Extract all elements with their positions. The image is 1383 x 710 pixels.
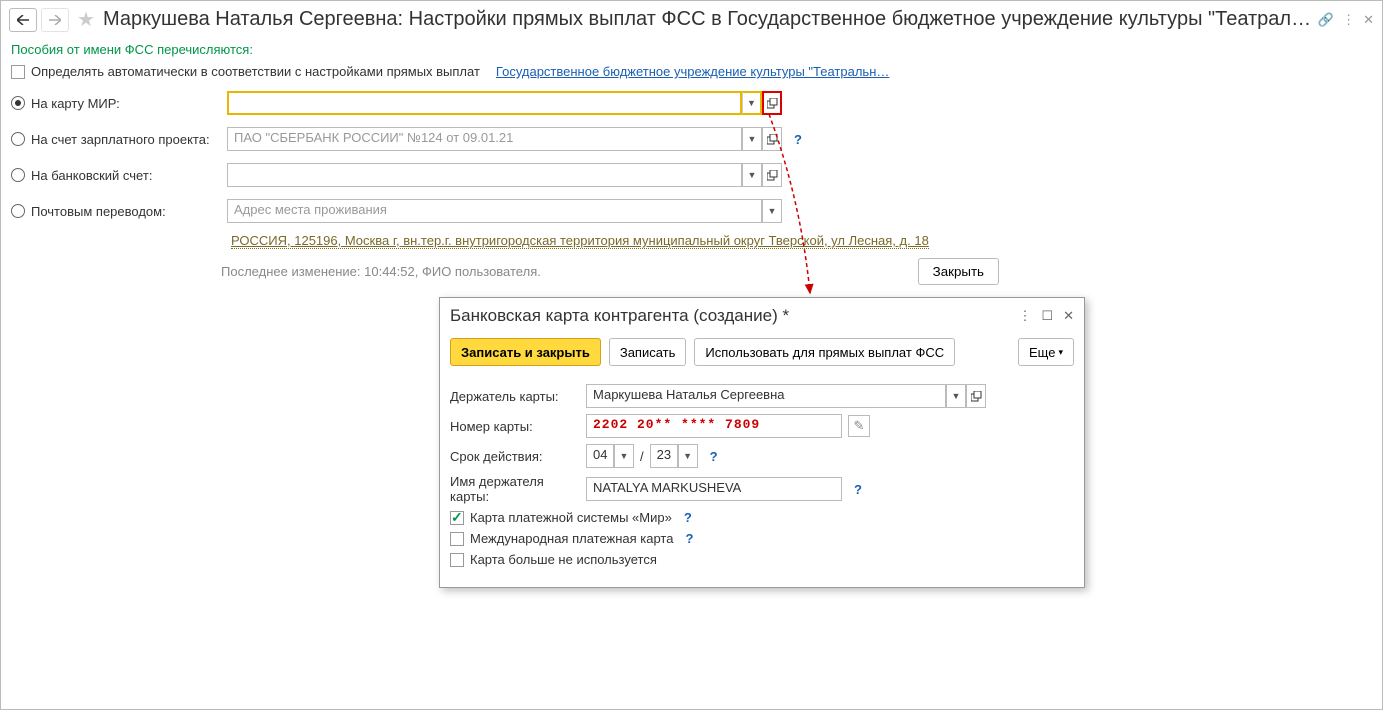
postal-input[interactable]: Адрес места проживания bbox=[227, 199, 762, 223]
card-name-row: Имя держателя карты: NATALYA MARKUSHEVA … bbox=[450, 474, 1074, 504]
card-holder-open-button[interactable] bbox=[966, 384, 986, 408]
dialog-maximize-icon[interactable]: ☐ bbox=[1041, 308, 1053, 324]
salary-project-row: На счет зарплатного проекта: ПАО "СБЕРБА… bbox=[1, 124, 1382, 154]
dialog-title: Банковская карта контрагента (создание) … bbox=[450, 306, 1008, 326]
close-button[interactable]: Закрыть bbox=[918, 258, 999, 285]
unused-card-checkbox[interactable] bbox=[450, 553, 464, 567]
card-number-input[interactable]: 2202 20** **** 7809 bbox=[586, 414, 842, 438]
kebab-menu-icon[interactable]: ⋮ bbox=[1342, 12, 1355, 28]
bank-input[interactable] bbox=[227, 163, 742, 187]
expiry-month-dropdown[interactable]: ▼ bbox=[614, 444, 634, 468]
salary-radio[interactable] bbox=[11, 132, 25, 146]
card-expiry-label: Срок действия: bbox=[450, 449, 580, 464]
edit-card-number-icon[interactable]: ✎ bbox=[848, 415, 870, 437]
mir-card-input[interactable] bbox=[227, 91, 742, 115]
mir-open-button[interactable] bbox=[762, 91, 782, 115]
expiry-year-input[interactable]: 23 bbox=[650, 444, 678, 468]
mir-card-row: На карту МИР: ▼ bbox=[1, 88, 1382, 118]
card-number-row: Номер карты: 2202 20** **** 7809 ✎ bbox=[450, 414, 1074, 438]
salary-dropdown-button[interactable]: ▼ bbox=[742, 127, 762, 151]
mir-radio[interactable] bbox=[11, 96, 25, 110]
window-header: ★ Маркушева Наталья Сергеевна: Настройки… bbox=[1, 1, 1382, 38]
card-holder-dropdown-button[interactable]: ▼ bbox=[946, 384, 966, 408]
mir-dropdown-button[interactable]: ▼ bbox=[742, 91, 762, 115]
bank-radio[interactable] bbox=[11, 168, 25, 182]
dialog-header: Банковская карта контрагента (создание) … bbox=[440, 298, 1084, 334]
card-holder-input[interactable]: Маркушева Наталья Сергеевна bbox=[586, 384, 946, 408]
expiry-separator: / bbox=[640, 449, 644, 464]
mir-system-checkbox[interactable] bbox=[450, 511, 464, 525]
auto-detect-checkbox[interactable] bbox=[11, 65, 25, 79]
save-and-close-button[interactable]: Записать и закрыть bbox=[450, 338, 601, 366]
card-create-dialog: Банковская карта контрагента (создание) … bbox=[439, 297, 1085, 588]
intl-card-row: Международная платежная карта ? bbox=[450, 531, 1074, 546]
card-expiry-row: Срок действия: 04 ▼ / 23 ▼ ? bbox=[450, 444, 1074, 468]
footer-row: Последнее изменение: 10:44:52, ФИО польз… bbox=[1, 252, 1017, 285]
postal-row: Почтовым переводом: Адрес места проживан… bbox=[1, 196, 1382, 226]
bank-dropdown-button[interactable]: ▼ bbox=[742, 163, 762, 187]
organization-link[interactable]: Государственное бюджетное учреждение кул… bbox=[496, 64, 889, 79]
card-name-help-icon[interactable]: ? bbox=[854, 482, 862, 497]
mir-system-label: Карта платежной системы «Мир» bbox=[470, 510, 672, 525]
postal-dropdown-button[interactable]: ▼ bbox=[762, 199, 782, 223]
auto-detect-label: Определять автоматически в соответствии … bbox=[31, 64, 480, 79]
salary-help-icon[interactable]: ? bbox=[794, 132, 802, 147]
save-button[interactable]: Записать bbox=[609, 338, 687, 366]
salary-input[interactable]: ПАО "СБЕРБАНК РОССИИ" №124 от 09.01.21 bbox=[227, 127, 742, 151]
salary-open-button[interactable] bbox=[762, 127, 782, 151]
dialog-body: Держатель карты: Маркушева Наталья Серге… bbox=[440, 376, 1084, 587]
bank-open-button[interactable] bbox=[762, 163, 782, 187]
postal-radio-label: Почтовым переводом: bbox=[31, 204, 221, 219]
link-icon[interactable]: 🔗 bbox=[1318, 12, 1334, 28]
last-change-text: Последнее изменение: 10:44:52, ФИО польз… bbox=[221, 264, 541, 279]
dialog-toolbar: Записать и закрыть Записать Использовать… bbox=[440, 334, 1084, 376]
nav-back-button[interactable] bbox=[9, 8, 37, 32]
bank-radio-label: На банковский счет: bbox=[31, 168, 221, 183]
card-name-input[interactable]: NATALYA MARKUSHEVA bbox=[586, 477, 842, 501]
section-title: Пособия от имени ФСС перечисляются: bbox=[1, 38, 1382, 61]
unused-card-label: Карта больше не используется bbox=[470, 552, 657, 567]
address-link[interactable]: РОССИЯ, 125196, Москва г, вн.тер.г. внут… bbox=[231, 233, 929, 249]
bank-account-row: На банковский счет: ▼ bbox=[1, 160, 1382, 190]
dialog-kebab-icon[interactable]: ⋮ bbox=[1018, 308, 1031, 324]
card-holder-row: Держатель карты: Маркушева Наталья Серге… bbox=[450, 384, 1074, 408]
favorite-star-icon[interactable]: ★ bbox=[77, 7, 95, 32]
address-row: РОССИЯ, 125196, Москва г, вн.тер.г. внут… bbox=[1, 230, 1382, 252]
expiry-help-icon[interactable]: ? bbox=[710, 449, 718, 464]
mir-system-row: Карта платежной системы «Мир» ? bbox=[450, 510, 1074, 525]
unused-card-row: Карта больше не используется bbox=[450, 552, 1074, 567]
intl-card-label: Международная платежная карта bbox=[470, 531, 673, 546]
auto-detect-row: Определять автоматически в соответствии … bbox=[1, 61, 1382, 82]
card-holder-label: Держатель карты: bbox=[450, 389, 580, 404]
use-for-fss-button[interactable]: Использовать для прямых выплат ФСС bbox=[694, 338, 955, 366]
intl-card-help-icon[interactable]: ? bbox=[685, 531, 693, 546]
postal-radio[interactable] bbox=[11, 204, 25, 218]
nav-forward-button[interactable] bbox=[41, 8, 69, 32]
card-name-label: Имя держателя карты: bbox=[450, 474, 580, 504]
more-button[interactable]: Еще ▾ bbox=[1018, 338, 1074, 366]
mir-system-help-icon[interactable]: ? bbox=[684, 510, 692, 525]
mir-radio-label: На карту МИР: bbox=[31, 96, 221, 111]
intl-card-checkbox[interactable] bbox=[450, 532, 464, 546]
card-number-label: Номер карты: bbox=[450, 419, 580, 434]
expiry-month-input[interactable]: 04 bbox=[586, 444, 614, 468]
salary-radio-label: На счет зарплатного проекта: bbox=[31, 132, 221, 147]
close-window-icon[interactable]: ✕ bbox=[1363, 12, 1374, 28]
page-title: Маркушева Наталья Сергеевна: Настройки п… bbox=[103, 8, 1314, 31]
dialog-close-icon[interactable]: ✕ bbox=[1063, 308, 1074, 324]
expiry-year-dropdown[interactable]: ▼ bbox=[678, 444, 698, 468]
